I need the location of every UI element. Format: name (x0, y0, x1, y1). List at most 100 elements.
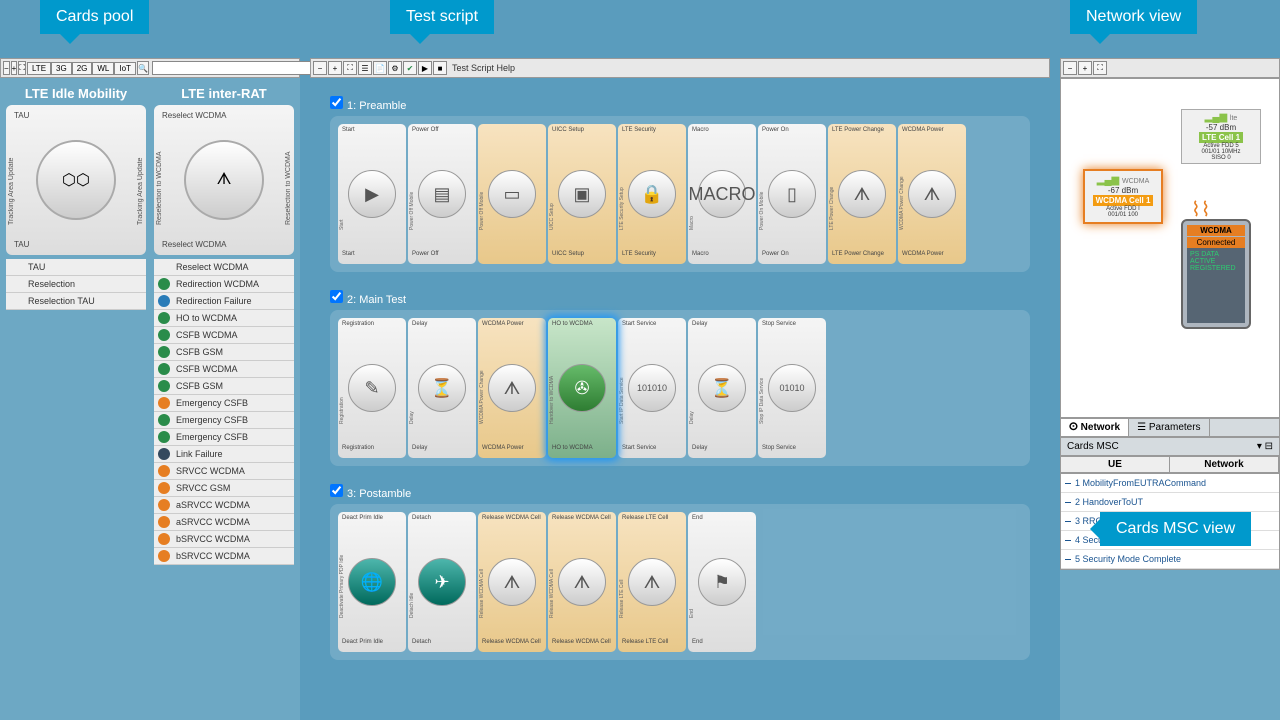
test-script-toolbar: − + ⛶ ☰ 📄 ⚙ ✔ ▶ ■ Test Script Help (310, 58, 1050, 78)
card-list-item[interactable]: bSRVCC WCDMA (154, 548, 294, 565)
step-card-side: Release WCDMA Cell (479, 528, 485, 618)
step-card-side: Release LTE Cell (619, 528, 625, 618)
zoom-out-icon[interactable]: − (1063, 61, 1077, 75)
card-list-item[interactable]: Redirection Failure (154, 293, 294, 310)
step-card[interactable]: Macro Macro MACRO Macro (688, 124, 756, 264)
run-icon[interactable]: ▶ (418, 61, 432, 75)
msc-menu-icon[interactable]: ▾ ⊟ (1257, 441, 1273, 452)
step-card[interactable]: UICC Setup UICC Setup ▣ UICC Setup (548, 124, 616, 264)
step-card[interactable]: Delay Delay ⏳ Delay (408, 318, 476, 458)
card-list-item[interactable]: Reselect WCDMA (154, 259, 294, 276)
step-card[interactable]: Release LTE Cell Release LTE Cell ᗑ Rele… (618, 512, 686, 652)
step-card-side: UICC Setup (549, 140, 555, 230)
step-group-checkbox[interactable] (330, 484, 343, 497)
step-card[interactable]: Stop Service Stop IP Data Service 01010 … (758, 318, 826, 458)
gear-icon[interactable]: ⚙ (388, 61, 402, 75)
step-group-checkbox[interactable] (330, 290, 343, 303)
step-card[interactable]: LTE Security LTE Security Setup 🔒 LTE Se… (618, 124, 686, 264)
step-card[interactable]: Start Start ▶ Start (338, 124, 406, 264)
zoom-in-icon[interactable]: + (1078, 61, 1092, 75)
zoom-out-icon[interactable]: − (313, 61, 327, 75)
cell-lte[interactable]: ▂▄▆ lte -57 dBm LTE Cell 1 Active FDD 5 … (1181, 109, 1261, 164)
step-card[interactable]: Release WCDMA Cell Release WCDMA Cell ᗑ … (548, 512, 616, 652)
step-card-bot: Deact Prim Idle (340, 638, 404, 650)
ue-phone[interactable]: WCDMA Connected PS DATA ACTIVE REGISTERE… (1181, 219, 1251, 329)
filter-3g[interactable]: 3G (51, 62, 72, 75)
step-card[interactable]: Registration Registration ✎ Registration (338, 318, 406, 458)
tab-parameters[interactable]: ☰ Parameters (1129, 419, 1209, 436)
check-icon[interactable]: ✔ (403, 61, 417, 75)
search-icon[interactable]: 🔍 (137, 61, 149, 75)
card-list-item[interactable]: CSFB WCDMA (154, 327, 294, 344)
cards-search-input[interactable] (152, 61, 331, 75)
step-card[interactable]: LTE Power Change LTE Power Change ᗑ LTE … (828, 124, 896, 264)
card-list-item[interactable]: TAU (6, 259, 146, 276)
zoom-out-icon[interactable]: − (3, 61, 10, 75)
category-main-card[interactable]: Reselect WCDMA Reselection to WCDMA Rese… (154, 105, 294, 255)
card-list-item[interactable]: CSFB GSM (154, 344, 294, 361)
step-card[interactable]: End End ⚑ End (688, 512, 756, 652)
card-list-item[interactable]: Link Failure (154, 446, 294, 463)
step-card-icon: ᗑ (488, 364, 536, 412)
card-list-item[interactable]: CSFB GSM (154, 378, 294, 395)
filter-lte[interactable]: LTE (27, 62, 51, 75)
step-card[interactable]: WCDMA Power WCDMA Power Change ᗑ WCDMA P… (898, 124, 966, 264)
filter-wl[interactable]: WL (92, 62, 114, 75)
step-group-title: 2: Main Test (330, 290, 1030, 306)
step-card[interactable]: Release WCDMA Cell Release WCDMA Cell ᗑ … (478, 512, 546, 652)
cell-wcdma[interactable]: ▂▄▆ WCDMA -67 dBm WCDMA Cell 1 Active FD… (1083, 169, 1163, 224)
card-list-item[interactable]: HO to WCDMA (154, 310, 294, 327)
step-card[interactable]: Delay Delay ⏳ Delay (688, 318, 756, 458)
step-group-checkbox[interactable] (330, 96, 343, 109)
step-card[interactable]: Power Off Mobile ▭ (478, 124, 546, 264)
step-card-side: Handover to WCDMA (549, 334, 555, 424)
step-card[interactable]: Detach Detach Idle ✈ Detach (408, 512, 476, 652)
filter-iot[interactable]: IoT (114, 62, 136, 75)
step-card-side: Stop IP Data Service (759, 334, 765, 424)
doc-icon[interactable]: 📄 (373, 61, 387, 75)
card-list-item[interactable]: bSRVCC WCDMA (154, 531, 294, 548)
wcdma-cell-name: WCDMA Cell 1 (1093, 195, 1154, 206)
callout-test-script: Test script (390, 0, 494, 34)
lte-cell-name: LTE Cell 1 (1199, 132, 1243, 143)
step-card[interactable]: WCDMA Power WCDMA Power Change ᗑ WCDMA P… (478, 318, 546, 458)
step-card-icon: ⚑ (698, 558, 746, 606)
step-card[interactable]: Power On Power On Mobile ▯ Power On (758, 124, 826, 264)
card-list-item[interactable]: Emergency CSFB (154, 412, 294, 429)
card-list-item[interactable]: aSRVCC WCDMA (154, 514, 294, 531)
zoom-in-icon[interactable]: + (328, 61, 342, 75)
card-list-item[interactable]: CSFB WCDMA (154, 361, 294, 378)
card-list-item[interactable]: SRVCC WCDMA (154, 463, 294, 480)
step-card-bot: Detach (410, 638, 474, 650)
fit-icon[interactable]: ⛶ (1093, 61, 1107, 75)
fit-icon[interactable]: ⛶ (18, 61, 26, 75)
step-card-side: Macro (689, 140, 695, 230)
network-canvas[interactable]: ▂▄▆ lte -57 dBm LTE Cell 1 Active FDD 5 … (1060, 78, 1280, 418)
card-list-item[interactable]: Reselection (6, 276, 146, 293)
filter-2g[interactable]: 2G (72, 62, 93, 75)
zoom-in-icon[interactable]: + (11, 61, 18, 75)
list-icon[interactable]: ☰ (358, 61, 372, 75)
step-card-top: Power On (760, 126, 824, 138)
msc-item[interactable]: 2 HandoverToUT (1061, 493, 1279, 512)
test-script-help-label: Test Script Help (452, 63, 515, 73)
step-card[interactable]: Start Service Start IP Data Service 1010… (618, 318, 686, 458)
step-card[interactable]: Deact Prim Idle Deactivate Primary PDP I… (338, 512, 406, 652)
step-card[interactable]: Power Off Power Off Mobile ▤ Power Off (408, 124, 476, 264)
card-list-item[interactable]: Redirection WCDMA (154, 276, 294, 293)
step-card[interactable]: HO to WCDMA Handover to WCDMA ✇ HO to WC… (548, 318, 616, 458)
card-list-item[interactable]: Emergency CSFB (154, 429, 294, 446)
msc-item[interactable]: 5 Security Mode Complete (1061, 550, 1279, 569)
fit-icon[interactable]: ⛶ (343, 61, 357, 75)
stop-icon[interactable]: ■ (433, 61, 447, 75)
card-list-item[interactable]: Emergency CSFB (154, 395, 294, 412)
card-icon: ᗑ (184, 140, 264, 220)
card-list-item[interactable]: Reselection TAU (6, 293, 146, 310)
card-list-item[interactable]: aSRVCC WCDMA (154, 497, 294, 514)
card-list-item[interactable]: SRVCC GSM (154, 480, 294, 497)
category-main-card[interactable]: TAU Tracking Area Update Tracking Area U… (6, 105, 146, 255)
step-card-top: Registration (340, 320, 404, 332)
tab-network[interactable]: ⵙ Network (1061, 419, 1129, 436)
msc-item[interactable]: 1 MobilityFromEUTRACommand (1061, 474, 1279, 493)
test-script-panel: − + ⛶ ☰ 📄 ⚙ ✔ ▶ ■ Test Script Help 1: Pr… (310, 58, 1050, 720)
